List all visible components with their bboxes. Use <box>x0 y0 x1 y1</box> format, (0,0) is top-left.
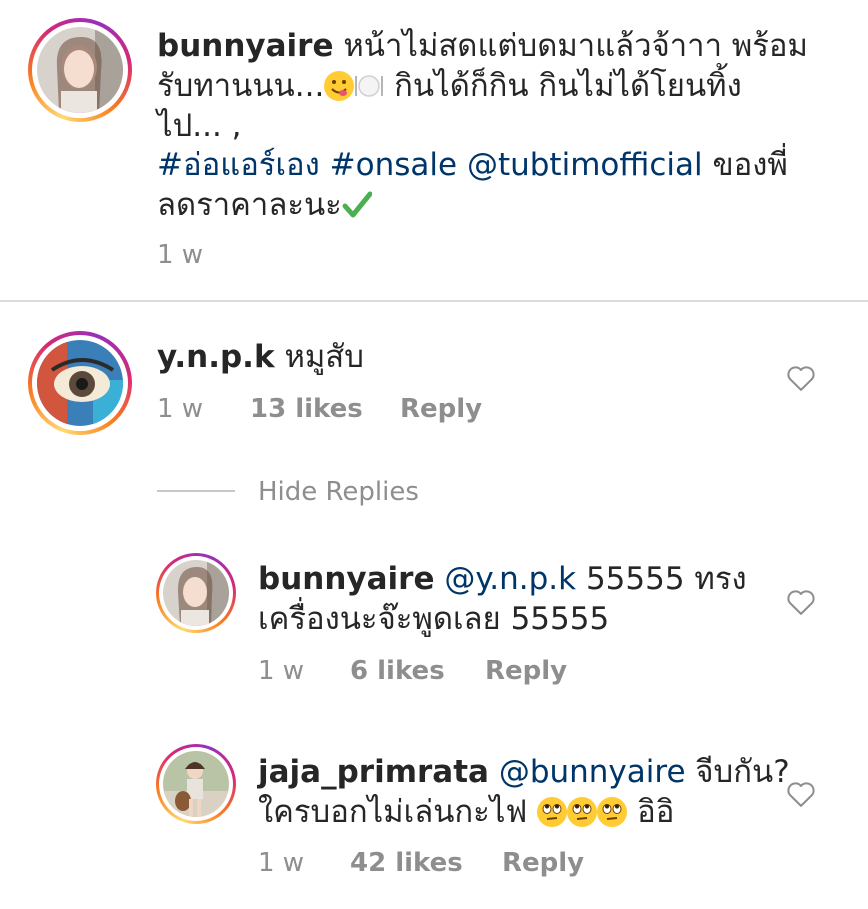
reply-text: จีบกัน? <box>685 754 790 790</box>
mention-link[interactable]: @tubtimofficial <box>467 147 703 183</box>
check-mark-icon <box>342 190 372 220</box>
hide-replies-button[interactable]: Hide Replies <box>258 477 419 507</box>
comment-time: 1 w <box>157 394 204 424</box>
reply-avatar[interactable] <box>156 553 236 633</box>
reply-line-1: bunnyaire @y.n.p.k 55555 ทรง <box>258 560 747 598</box>
reply-line-2: ใครบอกไม่เล่นกะไฟ อิอิ <box>258 793 674 831</box>
mention-link[interactable]: @y.n.p.k <box>444 561 576 597</box>
caption-text: กินได้ก็กิน กินไม่ได้โยนทิ้ง <box>384 68 742 104</box>
hide-replies-line <box>157 490 235 492</box>
caption-text: รับทานนน... <box>157 68 325 104</box>
reply-username[interactable]: bunnyaire <box>258 561 434 597</box>
caption-username[interactable]: bunnyaire <box>157 28 333 64</box>
heart-icon[interactable] <box>786 364 816 396</box>
reply-button[interactable]: Reply <box>502 848 584 878</box>
reply-line-1: jaja_primrata @bunnyaire จีบกัน? <box>258 753 790 791</box>
reply-text: อิอิ <box>627 794 675 830</box>
caption-line-3: ไป... , <box>157 107 242 145</box>
comment-line: y.n.p.k หมูสับ <box>157 338 364 376</box>
hashtag-link[interactable]: #อ่อแอร์เอง <box>157 147 320 183</box>
reply-avatar[interactable] <box>156 744 236 824</box>
reply-username[interactable]: jaja_primrata <box>258 754 489 790</box>
heart-icon[interactable] <box>786 588 816 620</box>
reply-line-2: เครื่องนะจ๊ะพูดเลย 55555 <box>258 600 609 638</box>
caption-line-5: ลดราคาละนะ <box>157 186 372 224</box>
plate-cutlery-icon <box>354 71 384 101</box>
caption-line-4: #อ่อแอร์เอง #onsale @tubtimofficial ของพ… <box>157 146 788 184</box>
comment-avatar[interactable] <box>28 331 132 435</box>
caption-time: 1 w <box>157 240 204 270</box>
hashtag-link[interactable]: #onsale <box>330 147 457 183</box>
mention-link[interactable]: @bunnyaire <box>499 754 686 790</box>
caption-line-2: รับทานนน... กินได้ก็กิน กินไม่ได้โยนทิ้ง <box>157 67 742 105</box>
caption-line-1: bunnyaire หน้าไม่สดแต่บดมาแล้วจ้าาา พร้อ… <box>157 27 808 65</box>
eye-roll-face-icon <box>567 797 598 827</box>
caption-text: หน้าไม่สดแต่บดมาแล้วจ้าาา พร้อม <box>343 28 808 64</box>
eye-roll-face-icon <box>597 797 628 827</box>
heart-icon[interactable] <box>786 780 816 812</box>
caption-avatar[interactable] <box>28 18 132 122</box>
reply-text: ใครบอกไม่เล่นกะไฟ <box>258 794 538 830</box>
reply-button[interactable]: Reply <box>485 656 567 686</box>
eye-roll-face-icon <box>537 797 568 827</box>
comment-username[interactable]: y.n.p.k <box>157 339 275 375</box>
reply-text: 55555 ทรง <box>576 561 747 597</box>
comment-text: หมูสับ <box>284 339 364 375</box>
reply-text: เครื่องนะจ๊ะพูดเลย 55555 <box>258 601 610 637</box>
reply-time: 1 w <box>258 848 305 878</box>
comment-likes[interactable]: 13 likes <box>250 394 363 424</box>
caption-text: ลดราคาละนะ <box>157 187 342 223</box>
yum-face-icon <box>324 71 355 101</box>
reply-button[interactable]: Reply <box>400 394 482 424</box>
reply-likes[interactable]: 6 likes <box>350 656 445 686</box>
divider <box>0 300 868 302</box>
caption-text: ของพี่ <box>702 147 788 183</box>
reply-time: 1 w <box>258 656 305 686</box>
caption-text: ไป... , <box>157 108 242 144</box>
reply-likes[interactable]: 42 likes <box>350 848 463 878</box>
